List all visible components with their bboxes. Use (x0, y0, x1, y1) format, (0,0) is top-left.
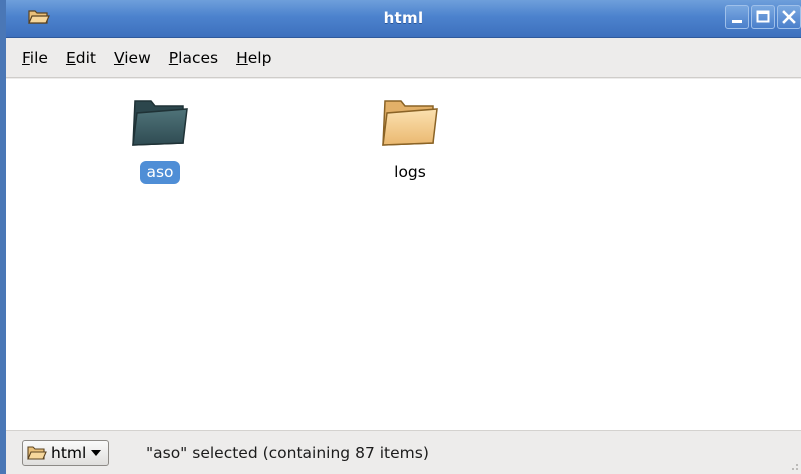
file-view[interactable]: aso logs (6, 79, 801, 430)
window-controls (725, 5, 801, 30)
menu-places-label: laces (178, 48, 219, 67)
menu-edit-mnemonic: E (65, 48, 76, 67)
file-name: logs (394, 163, 426, 181)
path-dropdown-button[interactable]: html (22, 440, 110, 466)
menu-bar: File Edit View Places Help (6, 38, 801, 78)
menu-help-label: elp (247, 48, 272, 67)
file-item-aso[interactable]: aso (100, 93, 220, 184)
folder-dark-icon (132, 100, 188, 146)
status-message: "aso" selected (containing 87 items) (146, 444, 429, 462)
file-name: aso (140, 161, 180, 184)
file-manager-window: html File Edit View Places Help aso logs… (0, 0, 801, 474)
status-bar: html "aso" selected (containing 87 items… (6, 430, 801, 474)
menu-help[interactable]: Help (236, 49, 271, 67)
menu-places[interactable]: Places (169, 49, 218, 67)
menu-file-label: ile (29, 48, 48, 67)
menu-file[interactable]: File (22, 49, 48, 67)
title-bar[interactable]: html (6, 0, 801, 38)
menu-edit[interactable]: Edit (66, 49, 96, 67)
menu-places-mnemonic: P (168, 48, 179, 67)
folder-icon (382, 100, 438, 146)
folder-open-icon (27, 446, 47, 460)
menu-edit-label: dit (75, 48, 96, 67)
maximize-icon (756, 10, 770, 23)
file-item-logs[interactable]: logs (350, 93, 470, 184)
path-label: html (51, 444, 87, 462)
close-icon (782, 10, 796, 24)
minimize-icon (732, 20, 742, 23)
resize-grip-icon[interactable] (787, 459, 799, 471)
menu-view-mnemonic: V (113, 48, 125, 67)
menu-view-label: iew (124, 48, 151, 67)
menu-view[interactable]: View (114, 49, 151, 67)
maximize-button[interactable] (751, 5, 775, 29)
close-button[interactable] (777, 5, 801, 29)
menu-file-mnemonic: F (22, 48, 30, 67)
window-title: html (383, 9, 424, 27)
menu-help-mnemonic: H (236, 48, 248, 67)
chevron-down-icon (91, 450, 102, 456)
minimize-button[interactable] (725, 5, 749, 29)
